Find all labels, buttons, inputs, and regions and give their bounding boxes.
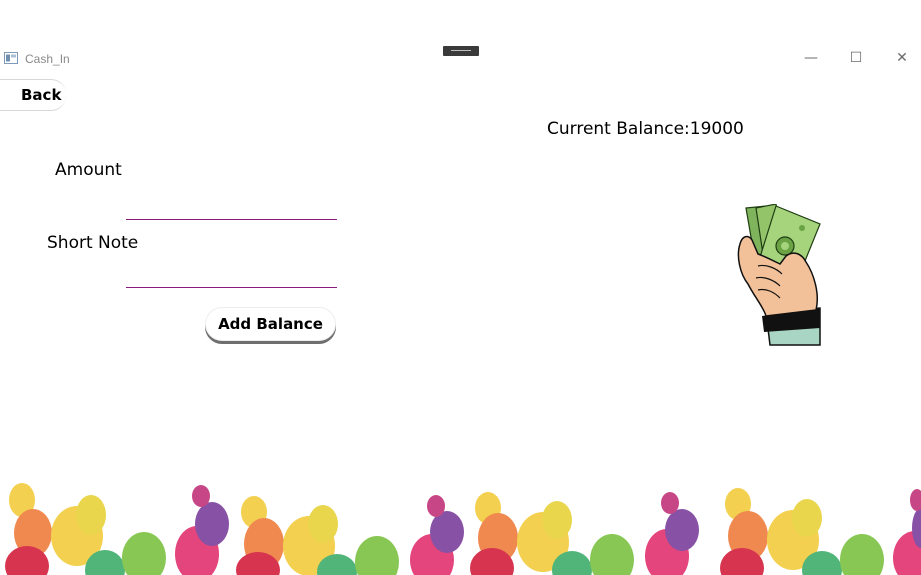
drag-handle[interactable] xyxy=(443,46,479,56)
back-button[interactable]: Back xyxy=(0,79,66,111)
money-hand-icon xyxy=(737,204,821,346)
short-note-label: Short Note xyxy=(47,233,139,253)
add-balance-button[interactable]: Add Balance xyxy=(205,307,336,341)
amount-input[interactable] xyxy=(126,195,337,220)
short-note-input[interactable] xyxy=(126,263,337,288)
minimize-button[interactable]: — xyxy=(803,51,819,65)
maximize-button[interactable]: ☐ xyxy=(848,51,864,65)
window-title: Cash_In xyxy=(25,52,70,66)
amount-label: Amount xyxy=(55,160,122,180)
close-button[interactable]: ✕ xyxy=(894,51,910,65)
app-window-icon xyxy=(4,52,18,64)
back-button-label: Back xyxy=(21,86,62,104)
window-titlebar: Cash_In — ☐ ✕ xyxy=(0,44,921,74)
balloons-decoration xyxy=(5,483,921,575)
current-balance-text: Current Balance:19000 xyxy=(547,119,744,139)
